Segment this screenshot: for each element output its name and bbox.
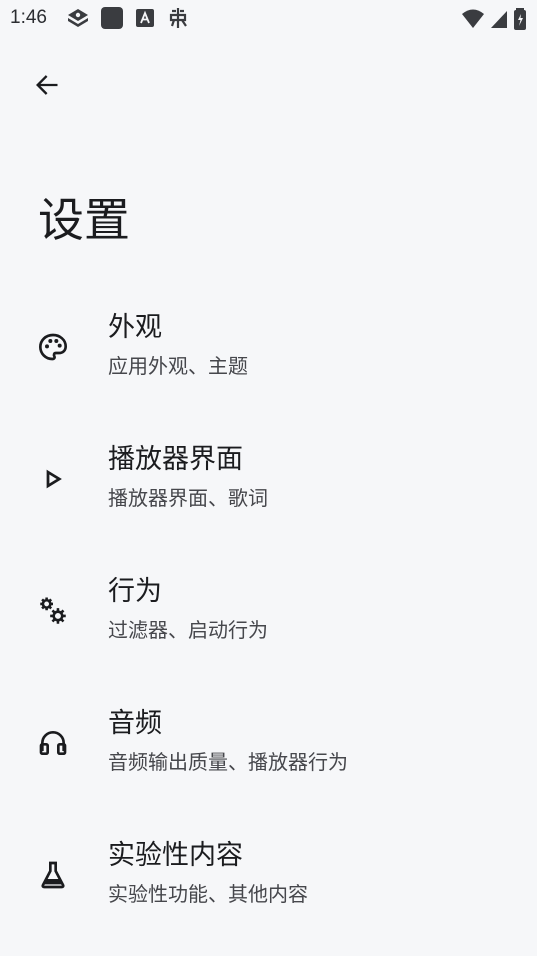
settings-item-title: 实验性内容: [108, 840, 243, 871]
page-title: 设置: [38, 193, 130, 247]
settings-item-behavior[interactable]: 行为 过滤器、启动行为: [0, 554, 537, 686]
settings-item-experimental[interactable]: 实验性内容 实验性功能、其他内容: [0, 818, 537, 950]
settings-item-subtitle: 应用外观、主题: [108, 354, 248, 378]
status-time: 1:46: [10, 7, 47, 28]
settings-item-player-interface[interactable]: 播放器界面 播放器界面、歌词: [0, 422, 537, 554]
bug-icon: [166, 6, 190, 30]
settings-item-subtitle: 音频输出质量、播放器行为: [108, 750, 348, 774]
settings-item-title: 行为: [108, 576, 162, 607]
flask-icon: [36, 858, 70, 892]
headphones-icon: [36, 726, 70, 760]
settings-item-subtitle: 播放器界面、歌词: [108, 486, 268, 510]
back-button[interactable]: [24, 62, 70, 108]
arrow-left-icon: [33, 71, 61, 99]
stack-icon: [66, 6, 90, 30]
settings-item-title: 外观: [108, 312, 162, 343]
gears-icon: [36, 594, 70, 628]
app-square-icon: [100, 6, 124, 30]
settings-item-subtitle: 实验性功能、其他内容: [108, 882, 308, 906]
wifi-icon: [461, 8, 485, 30]
settings-item-audio[interactable]: 音频 音频输出质量、播放器行为: [0, 686, 537, 818]
settings-item-title: 音频: [108, 708, 162, 739]
status-bar: 1:46: [0, 0, 537, 38]
settings-item-appearance[interactable]: 外观 应用外观、主题: [0, 290, 537, 422]
status-icons-right: [461, 7, 527, 31]
battery-charging-icon: [513, 7, 527, 31]
signal-icon: [489, 8, 509, 30]
settings-item-subtitle: 过滤器、启动行为: [108, 618, 268, 642]
status-icons-left: [66, 6, 190, 30]
palette-icon: [36, 330, 70, 364]
settings-list: 外观 应用外观、主题 播放器界面 播放器界面、歌词 行为 过滤器、启动行为 音频…: [0, 290, 537, 950]
settings-item-title: 播放器界面: [108, 444, 243, 475]
play-outline-icon: [36, 462, 70, 496]
keyboard-a-icon: [134, 7, 156, 29]
